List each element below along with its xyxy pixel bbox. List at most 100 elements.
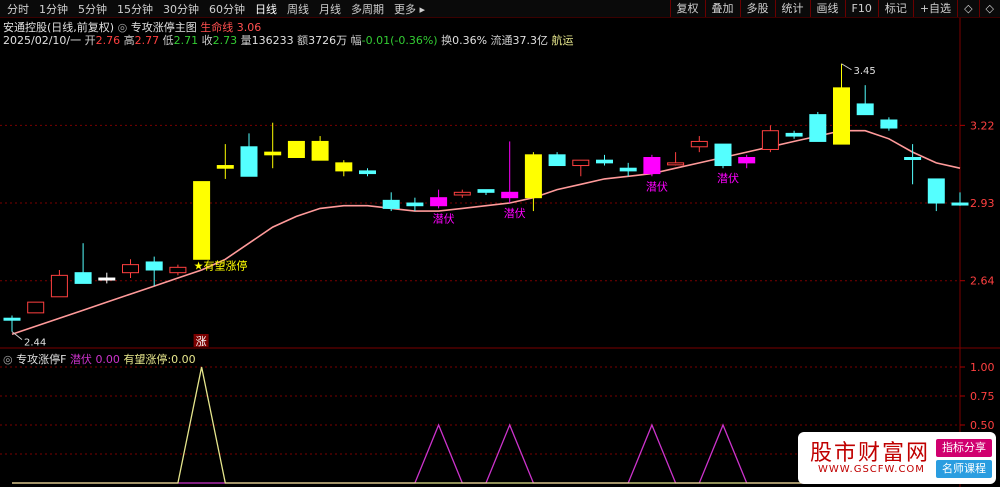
sub-tick-label: 0.75 xyxy=(970,390,995,403)
candle xyxy=(50,270,68,298)
candle-body xyxy=(240,146,258,177)
candle xyxy=(193,181,211,260)
candle-body xyxy=(477,189,495,193)
candle-body xyxy=(50,274,68,298)
candle xyxy=(477,189,495,195)
watermark-title: 股市财富网 xyxy=(810,441,931,466)
candle-body xyxy=(74,272,92,284)
candle-body xyxy=(524,154,542,199)
watermark-url: WWW.GSCFW.COM xyxy=(818,464,925,475)
candle xyxy=(359,168,376,177)
sub-tick-label: 0.50 xyxy=(970,419,995,432)
candle xyxy=(3,315,21,332)
candle-body xyxy=(619,167,637,172)
candle xyxy=(524,152,542,212)
candle xyxy=(240,133,258,177)
candle xyxy=(667,152,685,166)
high-pointer xyxy=(841,63,852,71)
candle-body xyxy=(714,143,732,167)
candle xyxy=(501,141,519,204)
candle xyxy=(856,85,874,116)
candle xyxy=(643,154,661,177)
candle-body xyxy=(785,132,803,137)
signal-label: 潜伏 xyxy=(433,211,455,225)
candle-body xyxy=(904,157,922,160)
sub-tick-label: 1.00 xyxy=(970,361,995,374)
candle-body xyxy=(311,140,329,161)
candle-body xyxy=(193,181,211,260)
candle xyxy=(951,192,969,206)
watermark-tag-indicators: 指标分享 xyxy=(936,439,992,457)
candle xyxy=(335,160,353,177)
kline-chart[interactable]: 3.222.932.64★有望涨停潜伏 潜伏潜伏潜伏3.452.44 涨1.000.… xyxy=(0,0,1000,487)
candle xyxy=(785,130,803,139)
signal-label: 潜伏 xyxy=(717,171,739,185)
candle-body xyxy=(287,140,305,159)
high-price-label: 3.45 xyxy=(854,66,876,77)
candle-body xyxy=(548,154,566,167)
price-tick-label: 2.64 xyxy=(970,275,995,288)
watermark-banner: 股市财富网 WWW.GSCFW.COM 指标分享 名师课程 xyxy=(798,432,996,484)
candle-body xyxy=(501,191,519,199)
candle-body xyxy=(98,277,116,281)
candle xyxy=(833,63,850,145)
candle-body xyxy=(169,266,187,274)
candle xyxy=(311,136,329,161)
price-tick-label: 3.22 xyxy=(970,119,995,132)
candle xyxy=(809,111,827,142)
candle-body xyxy=(572,159,590,167)
candle xyxy=(880,117,898,131)
candle xyxy=(927,178,945,212)
low-price-label: 2.44 xyxy=(24,338,46,349)
candle xyxy=(406,197,424,212)
candle xyxy=(27,301,45,314)
candle-body xyxy=(27,301,45,314)
candle xyxy=(169,264,187,276)
candle-body xyxy=(643,157,661,175)
candle-body xyxy=(122,264,139,274)
candle xyxy=(761,125,779,153)
candle xyxy=(145,256,163,287)
signal-label: 潜伏 xyxy=(646,179,668,193)
candle-body xyxy=(833,87,850,145)
candle-body xyxy=(430,197,448,207)
candle xyxy=(216,144,234,179)
candle xyxy=(453,189,471,198)
candle xyxy=(690,136,708,153)
candle xyxy=(74,243,92,284)
candle-body xyxy=(951,202,969,206)
watermark-tag-courses: 名师课程 xyxy=(936,460,992,478)
candle-body xyxy=(453,191,471,196)
candle xyxy=(904,144,922,185)
candle-body xyxy=(406,202,424,207)
candle-body xyxy=(667,162,685,166)
limit-up-marker: 涨 xyxy=(196,335,207,348)
candle xyxy=(714,143,732,169)
candle-body xyxy=(596,159,613,164)
candle xyxy=(430,189,448,209)
candle xyxy=(264,122,282,169)
candle xyxy=(738,154,756,169)
candle xyxy=(122,259,139,279)
candle-body xyxy=(738,157,756,164)
candle xyxy=(572,159,590,177)
candle-body xyxy=(880,119,898,129)
candle-body xyxy=(3,317,21,321)
candle-body xyxy=(359,170,376,175)
candle xyxy=(548,152,566,167)
candle xyxy=(596,154,613,166)
candle xyxy=(382,192,400,212)
life-line xyxy=(11,129,961,336)
candle-body xyxy=(927,178,945,204)
candle-body xyxy=(856,103,874,116)
candle-body xyxy=(216,165,234,169)
candle-body xyxy=(809,114,827,142)
candle-body xyxy=(264,151,282,156)
signal-label: ★有望涨停 xyxy=(194,258,248,272)
price-tick-label: 2.93 xyxy=(970,197,995,210)
candle-body xyxy=(761,130,779,150)
candle-body xyxy=(690,140,708,148)
candle xyxy=(98,272,116,284)
candle-body xyxy=(145,261,163,271)
candle xyxy=(619,162,637,177)
